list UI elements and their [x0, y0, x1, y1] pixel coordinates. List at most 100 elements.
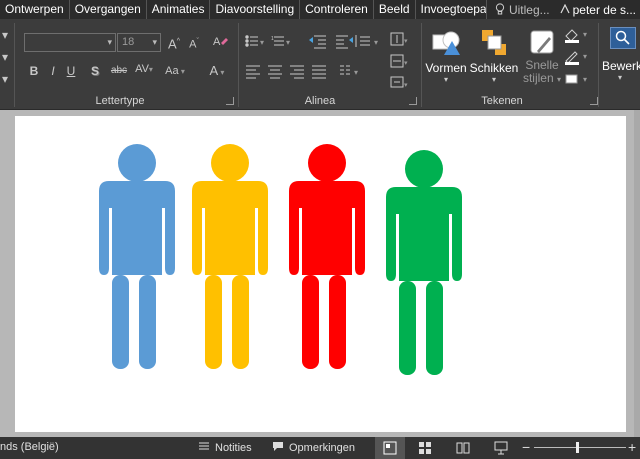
svg-text:▾: ▾: [404, 38, 408, 45]
schikken-button[interactable]: Schikken ▾: [469, 25, 519, 93]
numbering-dropdown[interactable]: ▾: [284, 33, 292, 51]
person-figure-1[interactable]: [99, 144, 175, 369]
notes-button[interactable]: Notities: [198, 441, 252, 454]
grow-font-button[interactable]: A^: [166, 34, 182, 52]
svg-text:▾: ▾: [404, 60, 408, 67]
tekenen-dialog-launcher[interactable]: [590, 97, 598, 105]
zoom-out-button[interactable]: −: [522, 439, 530, 455]
notes-label: Notities: [215, 441, 252, 454]
ribbon-tab-bar: Ontwerpen Overgangen Animaties Diavoorst…: [0, 0, 640, 19]
bullets-dropdown[interactable]: ▾: [258, 33, 266, 51]
bewerken-button[interactable]: Bewerk ▾: [600, 25, 640, 85]
notes-icon: [198, 441, 210, 454]
snelle-label-2-text: stijlen: [522, 71, 554, 85]
shrink-font-label: A: [189, 38, 197, 51]
clear-formatting-icon[interactable]: A: [211, 34, 229, 52]
tab-diavoorstelling[interactable]: Diavoorstelling: [210, 0, 301, 19]
font-name-combobox[interactable]: ▾: [24, 33, 116, 52]
person-right-leg: [329, 275, 346, 369]
user-name: peter de s...: [572, 3, 636, 17]
slideshow-icon: [494, 441, 508, 455]
person-right-leg: [426, 281, 443, 375]
schikken-label: Schikken: [469, 61, 519, 75]
font-color-label: A: [209, 63, 219, 78]
chevron-down-icon: ▾: [152, 37, 157, 47]
tab-controleren[interactable]: Controleren: [300, 0, 374, 19]
person-head: [308, 144, 346, 182]
text-direction-icon[interactable]: ▾ ▾ ▾: [389, 31, 409, 96]
line-spacing-dropdown[interactable]: ▾: [372, 33, 380, 51]
tab-animaties[interactable]: Animaties: [147, 0, 211, 19]
vertical-scrollbar[interactable]: [634, 110, 640, 437]
slideshow-button[interactable]: [494, 441, 508, 458]
person-torso: [99, 181, 175, 275]
person-right-leg: [139, 275, 156, 369]
tab-invoegtoepassingen[interactable]: Invoegtoepassing: [416, 0, 487, 19]
group-separator: [421, 23, 422, 107]
tab-beeld[interactable]: Beeld: [374, 0, 416, 19]
slide-workspace: [0, 110, 640, 437]
person-right-leg: [232, 275, 249, 369]
comments-label: Opmerkingen: [289, 442, 356, 454]
slide-sorter-icon: [419, 442, 431, 454]
svg-text:▾: ▾: [583, 52, 587, 61]
shape-fill-button[interactable]: ▾: [563, 27, 591, 43]
columns-dropdown[interactable]: ▾: [352, 63, 360, 81]
zoom-slider-thumb[interactable]: [576, 442, 579, 453]
person-figure-2[interactable]: [192, 144, 268, 369]
copy-icon[interactable]: ▾: [0, 49, 10, 65]
person-left-leg: [112, 275, 129, 369]
person-figure-3[interactable]: [289, 144, 365, 369]
italic-button[interactable]: I: [47, 63, 59, 79]
zoom-slider[interactable]: [534, 442, 626, 453]
person-head: [405, 150, 443, 188]
reading-view-icon: [456, 442, 470, 454]
reading-view-button[interactable]: [456, 441, 470, 458]
shadow-button[interactable]: S: [89, 63, 101, 79]
person-head: [118, 144, 156, 182]
person-left-leg: [399, 281, 416, 375]
tell-me-box[interactable]: Uitleg...: [487, 0, 556, 19]
user-account[interactable]: peter de s...: [556, 0, 640, 19]
shape-outline-button[interactable]: ▾: [563, 49, 591, 65]
normal-view-icon: [383, 441, 397, 455]
slide-canvas[interactable]: [15, 116, 626, 432]
person-torso: [386, 187, 462, 281]
underline-button[interactable]: U: [65, 63, 77, 79]
lightbulb-icon: [495, 2, 505, 19]
character-spacing-button[interactable]: AV▾: [133, 61, 155, 78]
bold-button[interactable]: B: [27, 63, 41, 79]
tab-overgangen[interactable]: Overgangen: [70, 0, 147, 19]
zoom-in-button[interactable]: +: [628, 439, 636, 455]
people-figures: [99, 144, 462, 375]
font-size-value: 18: [122, 36, 135, 48]
lettertype-dialog-launcher[interactable]: [226, 97, 234, 105]
person-torso: [192, 181, 268, 275]
font-size-combobox[interactable]: 18 ▾: [117, 33, 161, 52]
snelle-label-2: stijlen ▾: [522, 71, 562, 85]
strikethrough-button[interactable]: abc: [108, 63, 130, 79]
shape-effects-button[interactable]: ▾: [563, 71, 591, 87]
shrink-font-button[interactable]: Aˇ: [186, 34, 202, 53]
alinea-dialog-launcher[interactable]: [409, 97, 417, 105]
change-case-button[interactable]: Aa ▾: [163, 63, 187, 80]
tab-ontwerpen[interactable]: Ontwerpen: [0, 0, 70, 19]
format-painter-icon[interactable]: ▾: [0, 71, 10, 87]
group-label-alinea: Alinea: [304, 95, 336, 107]
paste-format-icon[interactable]: ▾: [0, 27, 10, 43]
chevron-down-icon: ▾: [443, 75, 448, 84]
normal-view-button[interactable]: [375, 437, 405, 459]
snelle-stijlen-button[interactable]: Snelle stijlen ▾: [521, 25, 563, 95]
font-color-button[interactable]: A ▾: [205, 63, 229, 81]
group-label-lettertype: Lettertype: [95, 95, 145, 107]
vormen-button[interactable]: Vormen ▾: [425, 25, 467, 93]
status-bar: nds (België) Notities Opmerkingen − +: [0, 437, 640, 459]
svg-text:1: 1: [271, 36, 274, 42]
tell-me-label: Uitleg...: [508, 3, 550, 17]
language-indicator[interactable]: nds (België): [0, 441, 59, 453]
person-figure-4[interactable]: [386, 150, 462, 375]
shapes-icon: [430, 27, 462, 59]
group-separator: [238, 23, 239, 107]
slide-sorter-button[interactable]: [418, 441, 432, 458]
comments-button[interactable]: Opmerkingen: [272, 441, 355, 455]
